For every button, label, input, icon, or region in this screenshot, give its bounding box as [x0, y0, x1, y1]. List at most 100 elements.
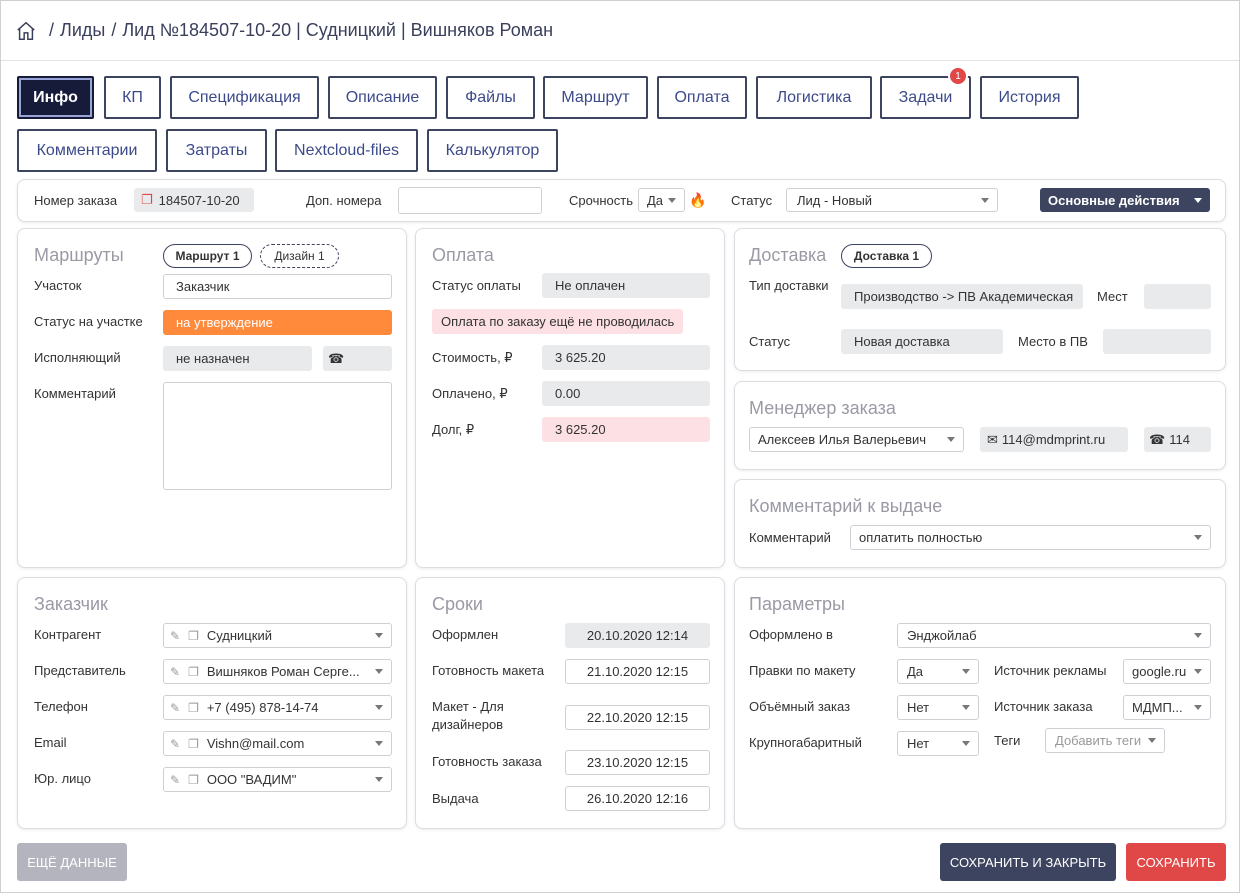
tab-nextcloud-files[interactable]: Nextcloud-files	[275, 129, 418, 172]
email-value: Vishn@mail.com	[206, 736, 305, 751]
created-in-label: Оформлено в	[749, 627, 833, 642]
tab-calculator[interactable]: Калькулятор	[427, 129, 558, 172]
manager-phone-field[interactable]: ☎ 114	[1144, 427, 1211, 452]
layout-ready-field[interactable]: 21.10.2020 12:15	[565, 659, 710, 684]
issue-date-field[interactable]: 26.10.2020 12:16	[565, 786, 710, 811]
customer-title: Заказчик	[34, 594, 108, 614]
tags-select[interactable]: Добавить теги	[1045, 728, 1165, 753]
copy-icon[interactable]: ❐	[188, 629, 199, 643]
tab-label: Логистика	[776, 88, 852, 106]
tab-specification[interactable]: Спецификация	[170, 76, 319, 119]
extra-numbers-label: Доп. номера	[306, 193, 382, 208]
counterparty-select[interactable]: ✎ ❐ Судницкий	[163, 623, 392, 648]
email-select[interactable]: ✎ ❐ Vishn@mail.com	[163, 731, 392, 756]
tab-costs[interactable]: Затраты	[166, 129, 267, 172]
tab-label: Калькулятор	[445, 141, 540, 159]
edit-icon[interactable]: ✎	[170, 701, 180, 715]
home-icon[interactable]	[15, 20, 37, 42]
urgency-label: Срочность	[569, 193, 633, 208]
tab-description[interactable]: Описание	[328, 76, 437, 119]
issue-comment-select[interactable]: оплатить полностью	[850, 525, 1211, 550]
tab-info[interactable]: Инфо	[17, 76, 94, 119]
ad-source-value: google.ru	[1132, 664, 1187, 679]
representative-select[interactable]: ✎ ❐ Вишняков Роман Серге...	[163, 659, 392, 684]
order-ready-field[interactable]: 23.10.2020 12:15	[565, 750, 710, 775]
oversize-label: Крупногабаритный	[749, 735, 862, 750]
bulk-order-select[interactable]: Нет	[897, 695, 979, 720]
breadcrumb-separator: /	[111, 20, 117, 40]
save-button[interactable]: СОХРАНИТЬ	[1126, 843, 1226, 881]
cost-field: 3 625.20	[542, 345, 710, 370]
tab-tasks[interactable]: Задачи 1	[880, 66, 971, 119]
tab-comments[interactable]: Комментарии	[17, 129, 157, 172]
extra-numbers-input[interactable]	[398, 187, 542, 214]
status-select[interactable]: Лид - Новый	[786, 188, 998, 212]
section-status-field[interactable]: на утверждение	[163, 310, 392, 335]
copy-icon[interactable]: ❐	[188, 773, 199, 787]
created-in-select[interactable]: Энджойлаб	[897, 623, 1211, 648]
created-field: 20.10.2020 12:14	[565, 623, 710, 648]
tab-files[interactable]: Файлы	[446, 76, 535, 119]
ad-source-select[interactable]: google.ru	[1123, 659, 1211, 684]
design-1-pill[interactable]: Дизайн 1	[260, 244, 339, 268]
payment-title: Оплата	[432, 245, 494, 265]
main-actions-dropdown[interactable]: Основные действия	[1040, 188, 1210, 212]
manager-email-field[interactable]: ✉ 114@mdmprint.ru	[980, 427, 1128, 452]
breadcrumb-leads-link[interactable]: Лиды	[60, 20, 105, 41]
tab-label: Затраты	[185, 141, 248, 159]
chevron-down-icon	[375, 705, 383, 710]
tab-kp[interactable]: КП	[104, 76, 161, 119]
tab-label: Файлы	[465, 88, 516, 106]
legal-entity-select[interactable]: ✎ ❐ ООО "ВАДИМ"	[163, 767, 392, 792]
copy-icon[interactable]: ❐	[188, 665, 199, 679]
pickup-place-field[interactable]	[1103, 329, 1211, 354]
edit-icon[interactable]: ✎	[170, 629, 180, 643]
order-source-select[interactable]: МДМП...	[1123, 695, 1211, 720]
tab-label: История	[998, 88, 1061, 106]
email-label: Email	[34, 735, 67, 750]
chevron-down-icon	[1194, 669, 1202, 674]
section-label: Участок	[34, 278, 82, 293]
chevron-down-icon	[981, 198, 989, 203]
tab-route[interactable]: Маршрут	[543, 76, 648, 119]
copy-icon[interactable]: ❐	[188, 737, 199, 751]
copy-icon[interactable]: ❐	[188, 701, 199, 715]
places-field[interactable]	[1144, 284, 1211, 309]
tab-payment[interactable]: Оплата	[657, 76, 747, 119]
edit-icon[interactable]: ✎	[170, 665, 180, 679]
section-field[interactable]: Заказчик	[163, 274, 392, 299]
phone-select[interactable]: ✎ ❐ +7 (495) 878-14-74	[163, 695, 392, 720]
oversize-select[interactable]: Нет	[897, 731, 979, 756]
route-1-pill[interactable]: Маршрут 1	[163, 244, 252, 268]
tab-history[interactable]: История	[980, 76, 1079, 119]
layout-edits-select[interactable]: Да	[897, 659, 979, 684]
layout-designers-field[interactable]: 22.10.2020 12:15	[565, 705, 710, 730]
more-data-button[interactable]: ЕЩЁ ДАННЫЕ	[17, 843, 127, 881]
save-and-close-button[interactable]: СОХРАНИТЬ И ЗАКРЫТЬ	[940, 843, 1116, 881]
chevron-down-icon	[1194, 633, 1202, 638]
delivery-1-pill[interactable]: Доставка 1	[841, 244, 932, 268]
issue-comment-value: оплатить полностью	[859, 530, 983, 545]
copy-icon[interactable]: ❐	[141, 192, 153, 208]
tab-label: Описание	[345, 88, 420, 106]
delivery-type-field[interactable]: Производство -> ПВ Академическая	[841, 284, 1083, 309]
legal-entity-value: ООО "ВАДИМ"	[206, 772, 297, 787]
edit-icon[interactable]: ✎	[170, 737, 180, 751]
phone-icon: ☎	[328, 350, 345, 366]
manager-select[interactable]: Алексеев Илья Валерьевич	[749, 427, 964, 452]
executor-field[interactable]: не назначен	[163, 346, 312, 371]
chevron-down-icon	[375, 741, 383, 746]
chevron-down-icon	[947, 437, 955, 442]
executor-phone-field[interactable]: ☎	[323, 346, 392, 371]
tab-logistics[interactable]: Логистика	[756, 76, 872, 119]
parameters-card: Параметры Оформлено в Энджойлаб Правки п…	[734, 577, 1226, 829]
payment-status-field: Не оплачен	[542, 273, 710, 298]
route-comment-textarea[interactable]	[163, 382, 392, 490]
delivery-title: Доставка	[749, 245, 827, 265]
payment-notice: Оплата по заказу ещё не проводилась	[432, 309, 683, 334]
urgency-select[interactable]: Да	[638, 188, 685, 212]
chevron-down-icon	[1194, 198, 1202, 203]
tab-label: КП	[122, 88, 143, 106]
edit-icon[interactable]: ✎	[170, 773, 180, 787]
layout-designers-label: Макет - Для дизайнеров	[432, 699, 504, 732]
